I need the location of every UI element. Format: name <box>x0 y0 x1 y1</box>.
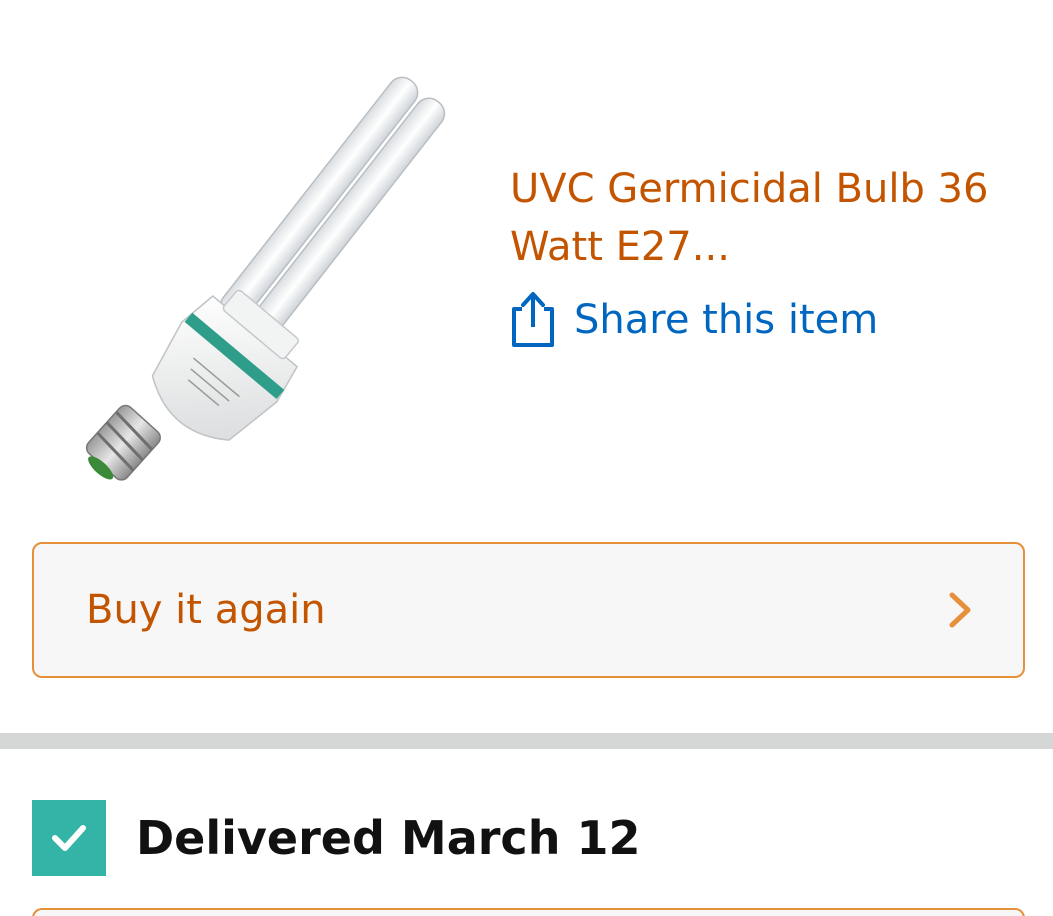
share-icon <box>508 289 558 351</box>
delivery-status-text: Delivered March 12 <box>136 811 641 865</box>
buy-it-again-button[interactable]: Buy it again <box>32 542 1025 678</box>
check-icon <box>32 800 106 876</box>
delivery-status: Delivered March 12 <box>32 800 640 876</box>
buy-it-again-label: Buy it again <box>86 587 326 633</box>
share-item-link[interactable]: Share this item <box>508 285 878 355</box>
chevron-right-icon <box>945 590 975 630</box>
uvc-bulb-image <box>85 76 446 481</box>
section-divider <box>0 733 1053 749</box>
next-card-edge <box>32 908 1025 916</box>
order-item-page: UVC Germicidal Bulb 36 Watt E27... Share… <box>0 0 1053 916</box>
product-image[interactable] <box>60 55 480 495</box>
product-title-link[interactable]: UVC Germicidal Bulb 36 Watt E27... <box>510 160 1030 276</box>
share-label: Share this item <box>574 297 879 343</box>
